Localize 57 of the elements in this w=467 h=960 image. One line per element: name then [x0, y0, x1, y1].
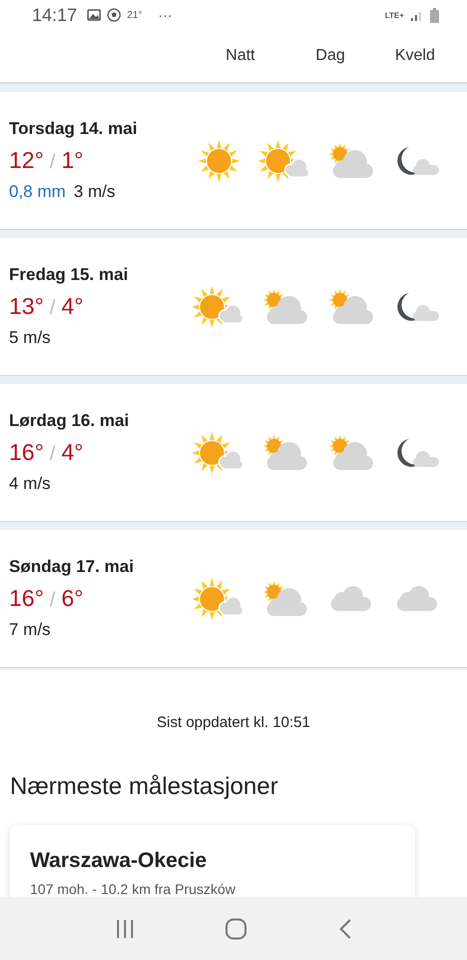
sun-cloud-icon	[193, 430, 245, 474]
cloud-sun-icon	[261, 580, 309, 618]
station-detail: 107 moh. - 10.2 km fra Pruszków	[30, 881, 236, 897]
min-temperature: 4°	[61, 293, 84, 320]
station-name: Warszawa-Okecie	[30, 849, 208, 873]
cloud-sun-icon	[327, 434, 375, 472]
day-date: Torsdag 14. mai	[9, 119, 138, 139]
section-heading: Nærmeste målestasjoner	[10, 773, 280, 801]
cloud-sun-icon	[327, 288, 375, 326]
signal-icon	[410, 9, 424, 21]
day-date: Søndag 17. mai	[9, 557, 135, 577]
temperature-text: 21°	[127, 10, 142, 20]
day-card[interactable]: Lørdag 16. mai 16° / 4° 4 m/s	[0, 384, 467, 522]
wind-text: 5 m/s	[9, 328, 51, 348]
last-updated-text: Sist oppdatert kl. 10:51	[156, 714, 312, 731]
network-text: LTE+	[384, 10, 404, 20]
day-date: Lørdag 16. mai	[9, 411, 130, 431]
min-temperature: 6°	[61, 585, 84, 612]
cloud-sun-icon	[261, 288, 309, 326]
more-text: ···	[158, 7, 172, 23]
max-temperature: 16°	[9, 439, 44, 466]
day-card[interactable]: Fredag 15. mai 13° / 4° 5 m/s	[0, 238, 467, 376]
column-label: Dag	[314, 47, 345, 65]
day-card[interactable]: Søndag 17. mai 16° / 6° 7 m/s	[0, 530, 467, 668]
slash-divider: /	[50, 589, 56, 612]
max-temperature: 16°	[9, 585, 44, 612]
cloud-sun-icon	[327, 142, 375, 180]
slash-divider: /	[50, 443, 56, 466]
battery-icon	[430, 8, 439, 22]
slash-divider: /	[50, 151, 56, 174]
cloud-icon	[328, 586, 374, 612]
wind-text: 4 m/s	[9, 474, 51, 494]
cloud-sun-icon	[261, 434, 309, 472]
day-card[interactable]: Torsdag 14. mai 12° / 1° 0,8 mm 3 m/s	[0, 92, 467, 230]
max-temperature: 13°	[9, 293, 44, 320]
sun-icon	[197, 138, 241, 182]
min-temperature: 1°	[61, 147, 84, 174]
ball-icon	[107, 8, 122, 22]
day-date: Fredag 15. mai	[9, 265, 130, 285]
station-card[interactable]: Warszawa-Okecie 107 moh. - 10.2 km fra Pruszków	[10, 825, 415, 897]
precipitation-text: 0,8 mm	[9, 182, 66, 202]
recent-apps-icon[interactable]	[115, 918, 136, 938]
sun-cloud-icon	[259, 138, 311, 182]
clock: 14:17	[32, 4, 78, 26]
max-temperature: 12°	[9, 147, 44, 174]
sun-cloud-icon	[193, 576, 245, 620]
wind-text: 7 m/s	[9, 620, 51, 640]
image-icon	[87, 9, 102, 21]
column-label: Natt	[224, 47, 255, 65]
column-label: Kveld	[394, 47, 435, 65]
slash-divider: /	[50, 297, 56, 320]
cloud-icon	[394, 586, 440, 612]
home-icon[interactable]	[225, 918, 248, 940]
back-icon[interactable]	[338, 918, 352, 940]
min-temperature: 4°	[61, 439, 84, 466]
sun-cloud-icon	[193, 284, 245, 328]
wind-text: 3 m/s	[74, 182, 116, 202]
